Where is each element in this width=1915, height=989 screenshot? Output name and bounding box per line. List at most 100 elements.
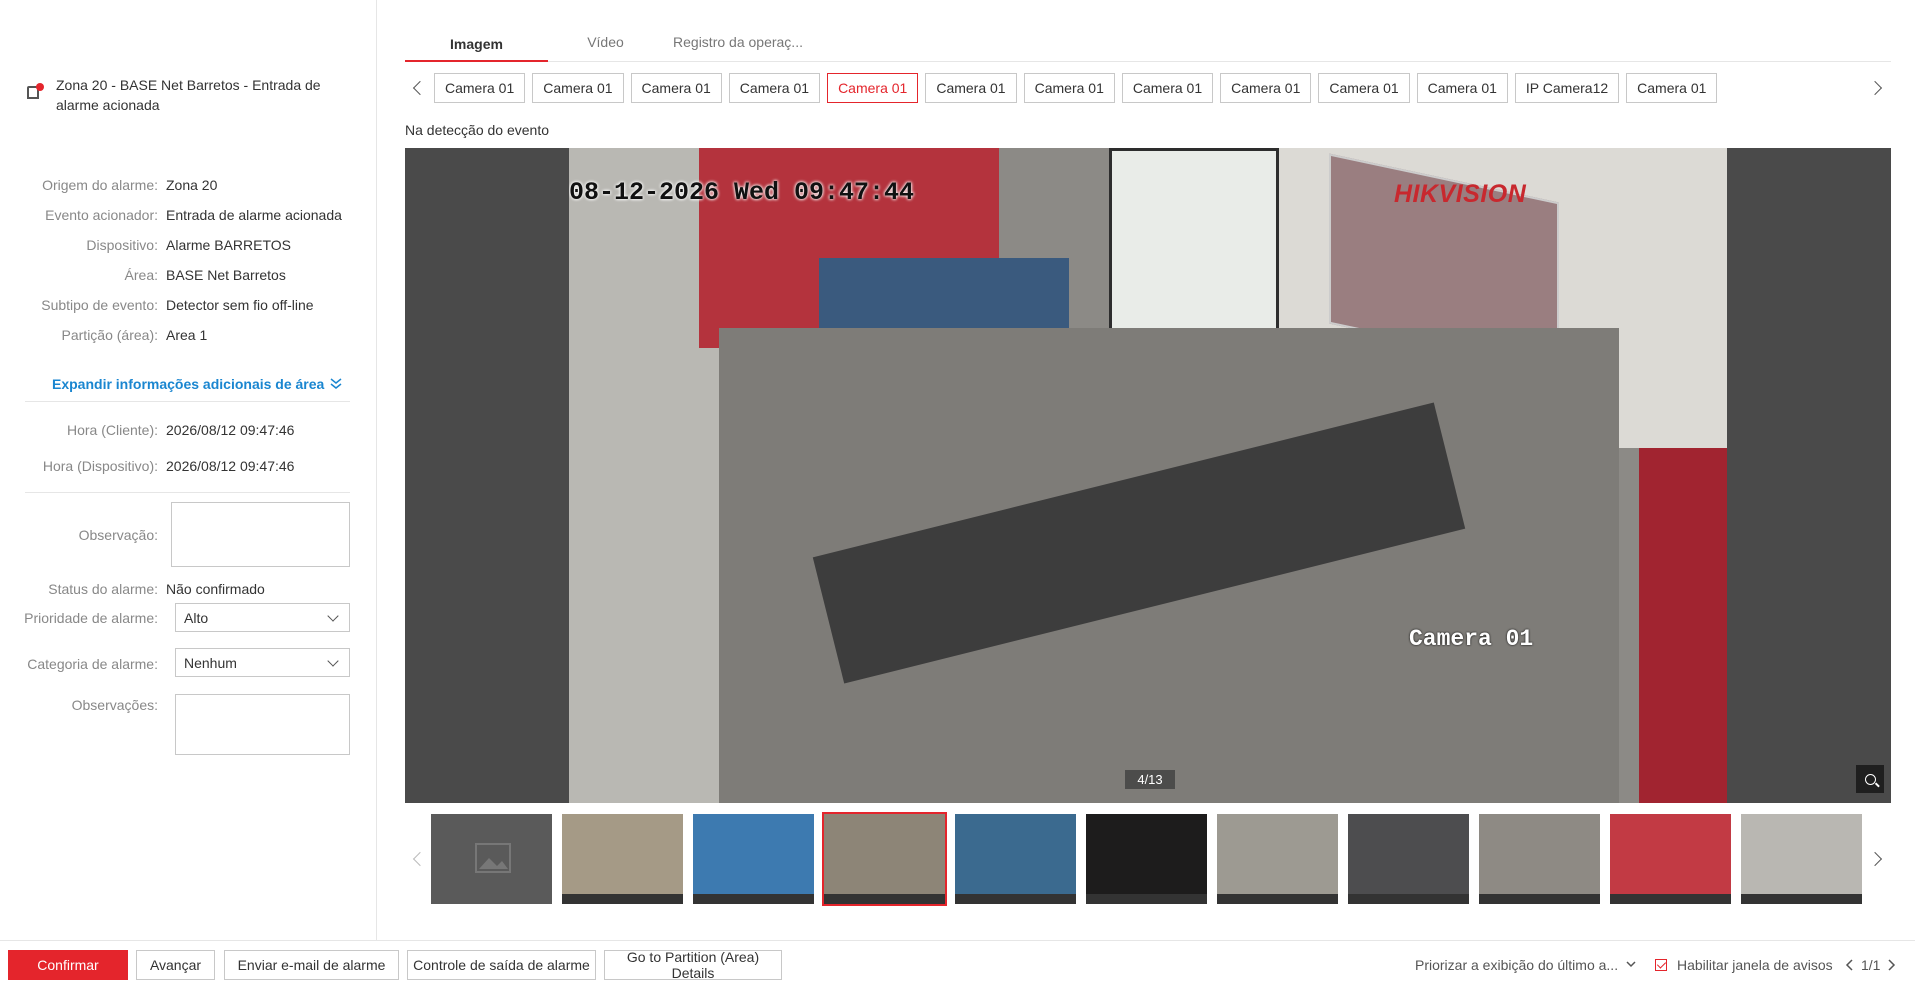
alarm-bell-icon [26,83,44,101]
camera-chip[interactable]: Camera 01 [728,73,821,103]
chevron-right-icon[interactable] [1867,851,1883,867]
tab-image[interactable]: Imagem [405,28,548,62]
chevron-left-icon[interactable] [412,851,428,867]
image-placeholder-icon [431,814,552,904]
thumbnail-frame [1217,894,1338,904]
thumbnail-frame [1348,894,1469,904]
thumbnail-frame [1479,894,1600,904]
thumbnail-frame [824,894,945,904]
status-row: Status do alarme: Não confirmado [48,581,265,597]
camera-chip[interactable]: Camera 01 [630,73,722,103]
camera-chip[interactable]: IP Camera12 [1514,73,1620,103]
thumbnail-image [562,814,683,904]
camera-chip[interactable]: Camera 01 [1416,73,1508,103]
snapshot-timestamp: 08-12-2026 Wed 09:47:44 [569,178,915,207]
camera-chip[interactable]: Camera 01 [925,73,1017,103]
chevron-right-icon[interactable] [1867,80,1883,96]
image-viewer[interactable]: 08-12-2026 Wed 09:47:44 HIKVISION Camera… [405,148,1891,803]
divider [25,401,350,402]
thumbnail[interactable] [1608,812,1733,906]
thumbnail[interactable] [560,812,685,906]
thumbnail[interactable] [1346,812,1471,906]
time-device: Hora (Dispositivo): 2026/08/12 09:47:46 [42,458,295,474]
thumbnail[interactable] [1215,812,1340,906]
tab-operation-log[interactable]: Registro da operaç... [663,28,813,61]
alarm-output-control-button[interactable]: Controle de saída de alarme [407,950,596,980]
detail-device: Dispositivo: Alarme BARRETOS [86,237,291,253]
detail-area: Área: BASE Net Barretos [124,267,286,283]
media-tabs: Imagem Vídeo Registro da operaç... [405,28,1891,62]
thumbnail-frame [693,894,814,904]
category-select[interactable]: Nenhum [175,648,350,677]
divider [25,492,350,493]
thumbnail-image [824,814,945,904]
thumbnail-image [1348,814,1469,904]
hikvision-logo: HIKVISION [1394,180,1527,208]
thumbnail[interactable] [822,812,947,906]
detail-event-subtype: Subtipo de evento: Detector sem fio off-… [41,297,314,313]
snapshot-camera-label: Camera 01 [1409,626,1534,652]
thumbnail[interactable] [953,812,1078,906]
camera-chips: Camera 01 Camera 01 Camera 01 Camera 01 Came… [434,73,1718,103]
zoom-icon [1864,773,1876,785]
thumbnail[interactable] [1084,812,1209,906]
category-selected-value: Nenhum [184,654,237,671]
chevron-left-icon[interactable] [412,80,428,96]
media-panel: Imagem Vídeo Registro da operaç... Camer… [378,0,1915,940]
enable-popup-toggle[interactable]: Habilitar janela de avisos [1655,941,1833,989]
thumbnail-frame [1086,894,1207,904]
send-email-button[interactable]: Enviar e-mail de alarme [224,950,399,980]
chevron-down-icon [327,610,339,622]
camera-chip[interactable]: Camera 01 [1626,73,1718,103]
alarm-header: Zona 20 - BASE Net Barretos - Entrada de… [26,75,326,115]
chevron-right-icon[interactable] [1886,959,1896,971]
observation-textarea[interactable] [171,502,350,567]
camera-chip[interactable]: Camera 01 [1318,73,1410,103]
camera-chip[interactable]: Camera 01 [434,73,526,103]
pagination: 1/1 [1845,941,1896,989]
camera-chip[interactable]: Camera 01 [532,73,624,103]
zoom-in-button[interactable] [1856,765,1884,793]
thumbnail[interactable] [1739,812,1864,906]
confirm-button[interactable]: Confirmar [8,950,128,980]
thumbnail-image [1086,814,1207,904]
prioritize-latest-label: Priorizar a exibição do último a... [1415,957,1619,973]
camera-selector: Camera 01 Camera 01 Camera 01 Camera 01 Came… [405,73,1891,103]
chevron-left-icon[interactable] [1845,959,1855,971]
detail-partition: Partição (área): Area 1 [61,327,208,343]
thumbnail[interactable] [691,812,816,906]
thumbnail[interactable] [1477,812,1602,906]
snapshot-image: 08-12-2026 Wed 09:47:44 HIKVISION Camera… [569,148,1727,803]
next-button[interactable]: Avançar [136,950,215,980]
thumbnail-frame [562,894,683,904]
partition-details-button[interactable]: Go to Partition (Area) Details [604,949,782,981]
notes-textarea[interactable] [175,694,350,755]
thumbnail-frame [1610,894,1731,904]
expand-area-info-link[interactable]: Expandir informações adicionais de área [52,376,342,392]
thumbnail-placeholder[interactable] [429,812,554,906]
chevron-down-icon [327,655,339,667]
tab-video[interactable]: Vídeo [548,28,663,61]
camera-chip[interactable]: Camera 01 [1023,73,1115,103]
detail-origin: Origem do alarme: Zona 20 [42,177,218,193]
thumbnail-image [1610,814,1731,904]
camera-chip[interactable]: Camera 01 [1121,73,1214,103]
camera-chip[interactable]: Camera 01 [827,73,919,103]
camera-chip[interactable]: Camera 01 [1220,73,1312,103]
alarm-details-panel: Zona 20 - BASE Net Barretos - Entrada de… [0,0,377,940]
time-client: Hora (Cliente): 2026/08/12 09:47:46 [66,422,295,438]
thumbnail-image [693,814,814,904]
alarm-title: Zona 20 - BASE Net Barretos - Entrada de… [56,77,321,113]
detail-trigger-event: Evento acionador: Entrada de alarme acio… [45,207,342,223]
prioritize-latest-dropdown[interactable]: Priorizar a exibição do último a... [1415,941,1636,989]
checkbox-checked-icon[interactable] [1655,959,1667,971]
priority-selected-value: Alto [184,609,209,626]
thumbnail-strip [405,812,1891,907]
thumbnail-image [955,814,1076,904]
thumbnail-frame [955,894,1076,904]
priority-select[interactable]: Alto [175,603,350,632]
thumbnail-image [1217,814,1338,904]
thumbnail-image [1741,814,1862,904]
thumbnail-image [1479,814,1600,904]
action-footer: Confirmar Avançar Enviar e-mail de alarm… [0,940,1915,988]
